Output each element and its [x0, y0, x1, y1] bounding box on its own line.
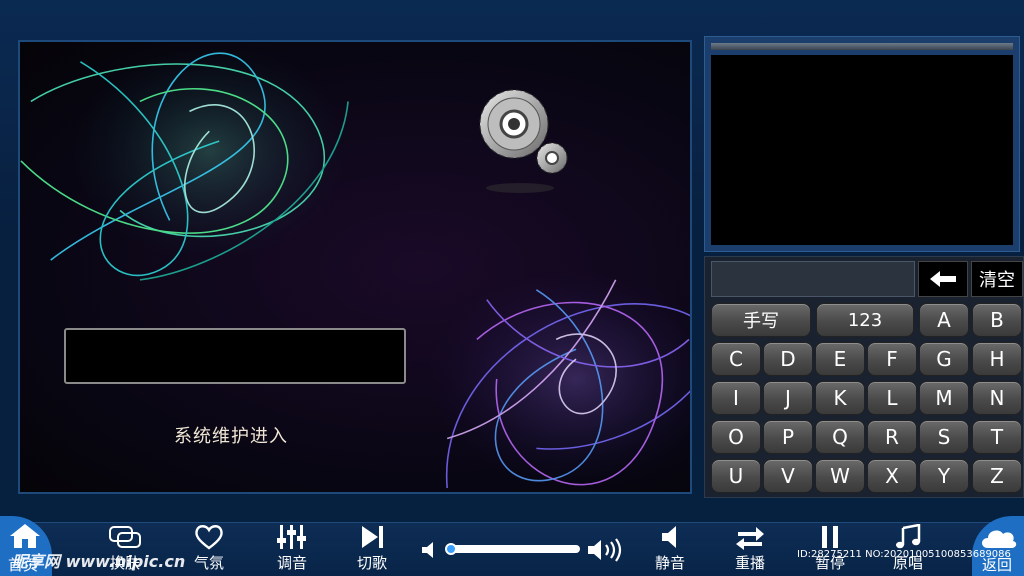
- music-note-icon: [896, 524, 921, 549]
- light-swirl-decoration: [20, 42, 690, 489]
- gear-icon: [479, 89, 568, 193]
- next-track-icon: [362, 526, 383, 548]
- key-f[interactable]: F: [867, 342, 917, 376]
- key-d[interactable]: D: [763, 342, 813, 376]
- key-h[interactable]: H: [972, 342, 1022, 376]
- key-y[interactable]: Y: [919, 459, 969, 493]
- next-song-button[interactable]: 切歌: [344, 524, 400, 576]
- key-u[interactable]: U: [711, 459, 761, 493]
- atmosphere-button[interactable]: 气氛: [181, 524, 237, 576]
- key-k[interactable]: K: [815, 381, 865, 415]
- video-preview-screen[interactable]: [711, 55, 1013, 245]
- watermark-text: 昵享网 www.nipic.cn: [12, 552, 186, 571]
- password-input[interactable]: [64, 328, 406, 384]
- tune-label: 调音: [276, 554, 307, 572]
- key-g[interactable]: G: [919, 342, 969, 376]
- main-display-panel: 系统维护进入: [18, 40, 692, 494]
- equalizer-icon: [277, 525, 306, 549]
- tune-button[interactable]: 调音: [264, 524, 320, 576]
- key-w[interactable]: W: [815, 459, 865, 493]
- replay-button[interactable]: 重播: [722, 524, 778, 576]
- key-a[interactable]: A: [919, 303, 969, 337]
- key-r[interactable]: R: [867, 420, 917, 454]
- key-b[interactable]: B: [972, 303, 1022, 337]
- key-p[interactable]: P: [763, 420, 813, 454]
- handwrite-key[interactable]: 手写: [711, 303, 811, 337]
- pause-icon: [822, 526, 838, 548]
- search-keyboard: 清空 手写 123 A B C D E F G H I J K L M N O …: [704, 256, 1024, 498]
- preview-title-strip: [711, 43, 1013, 50]
- key-j[interactable]: J: [763, 381, 813, 415]
- skin-icon: [109, 526, 141, 548]
- video-preview-panel: [704, 36, 1020, 252]
- key-v[interactable]: V: [763, 459, 813, 493]
- key-x[interactable]: X: [867, 459, 917, 493]
- atmosphere-label: 气氛: [193, 554, 224, 572]
- key-c[interactable]: C: [711, 342, 761, 376]
- backspace-arrow-icon: [930, 271, 956, 287]
- backspace-button[interactable]: [918, 261, 968, 297]
- key-l[interactable]: L: [867, 381, 917, 415]
- key-o[interactable]: O: [711, 420, 761, 454]
- home-icon: [10, 524, 40, 548]
- key-z[interactable]: Z: [972, 459, 1022, 493]
- image-id-text: ID:28275211 NO:20201005100853689086: [797, 549, 1011, 560]
- heart-icon: [195, 525, 223, 550]
- key-m[interactable]: M: [919, 381, 969, 415]
- key-s[interactable]: S: [919, 420, 969, 454]
- mute-speaker-icon: [662, 526, 676, 548]
- volume-slider-handle[interactable]: [444, 543, 457, 555]
- volume-slider-track[interactable]: [448, 545, 580, 553]
- next-song-label: 切歌: [356, 554, 387, 572]
- key-i[interactable]: I: [711, 381, 761, 415]
- clear-button[interactable]: 清空: [971, 261, 1023, 297]
- replay-arrows-icon: [736, 527, 764, 550]
- mute-label: 静音: [654, 554, 685, 572]
- volume-low-icon[interactable]: [420, 540, 442, 560]
- mute-button[interactable]: 静音: [642, 524, 698, 576]
- key-e[interactable]: E: [815, 342, 865, 376]
- key-q[interactable]: Q: [815, 420, 865, 454]
- system-maintenance-label[interactable]: 系统维护进入: [174, 422, 288, 448]
- numbers-key[interactable]: 123: [816, 303, 914, 337]
- numbers-key-label: 123: [847, 309, 883, 331]
- cloud-icon: [982, 530, 1017, 548]
- replay-label: 重播: [734, 554, 765, 572]
- search-input[interactable]: [711, 261, 915, 297]
- volume-high-icon[interactable]: [586, 536, 624, 564]
- key-n[interactable]: N: [972, 381, 1022, 415]
- key-t[interactable]: T: [972, 420, 1022, 454]
